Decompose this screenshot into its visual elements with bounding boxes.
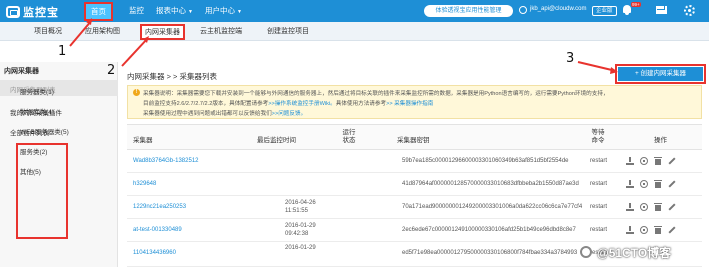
annotation-arrows	[69, 18, 618, 74]
watermark: @51CTO博客	[597, 246, 672, 260]
annotation-1: 1	[58, 44, 67, 59]
annotation-3: 3	[566, 51, 575, 66]
watermark-logo-icon	[580, 246, 592, 258]
annotation-2: 2	[107, 63, 116, 78]
